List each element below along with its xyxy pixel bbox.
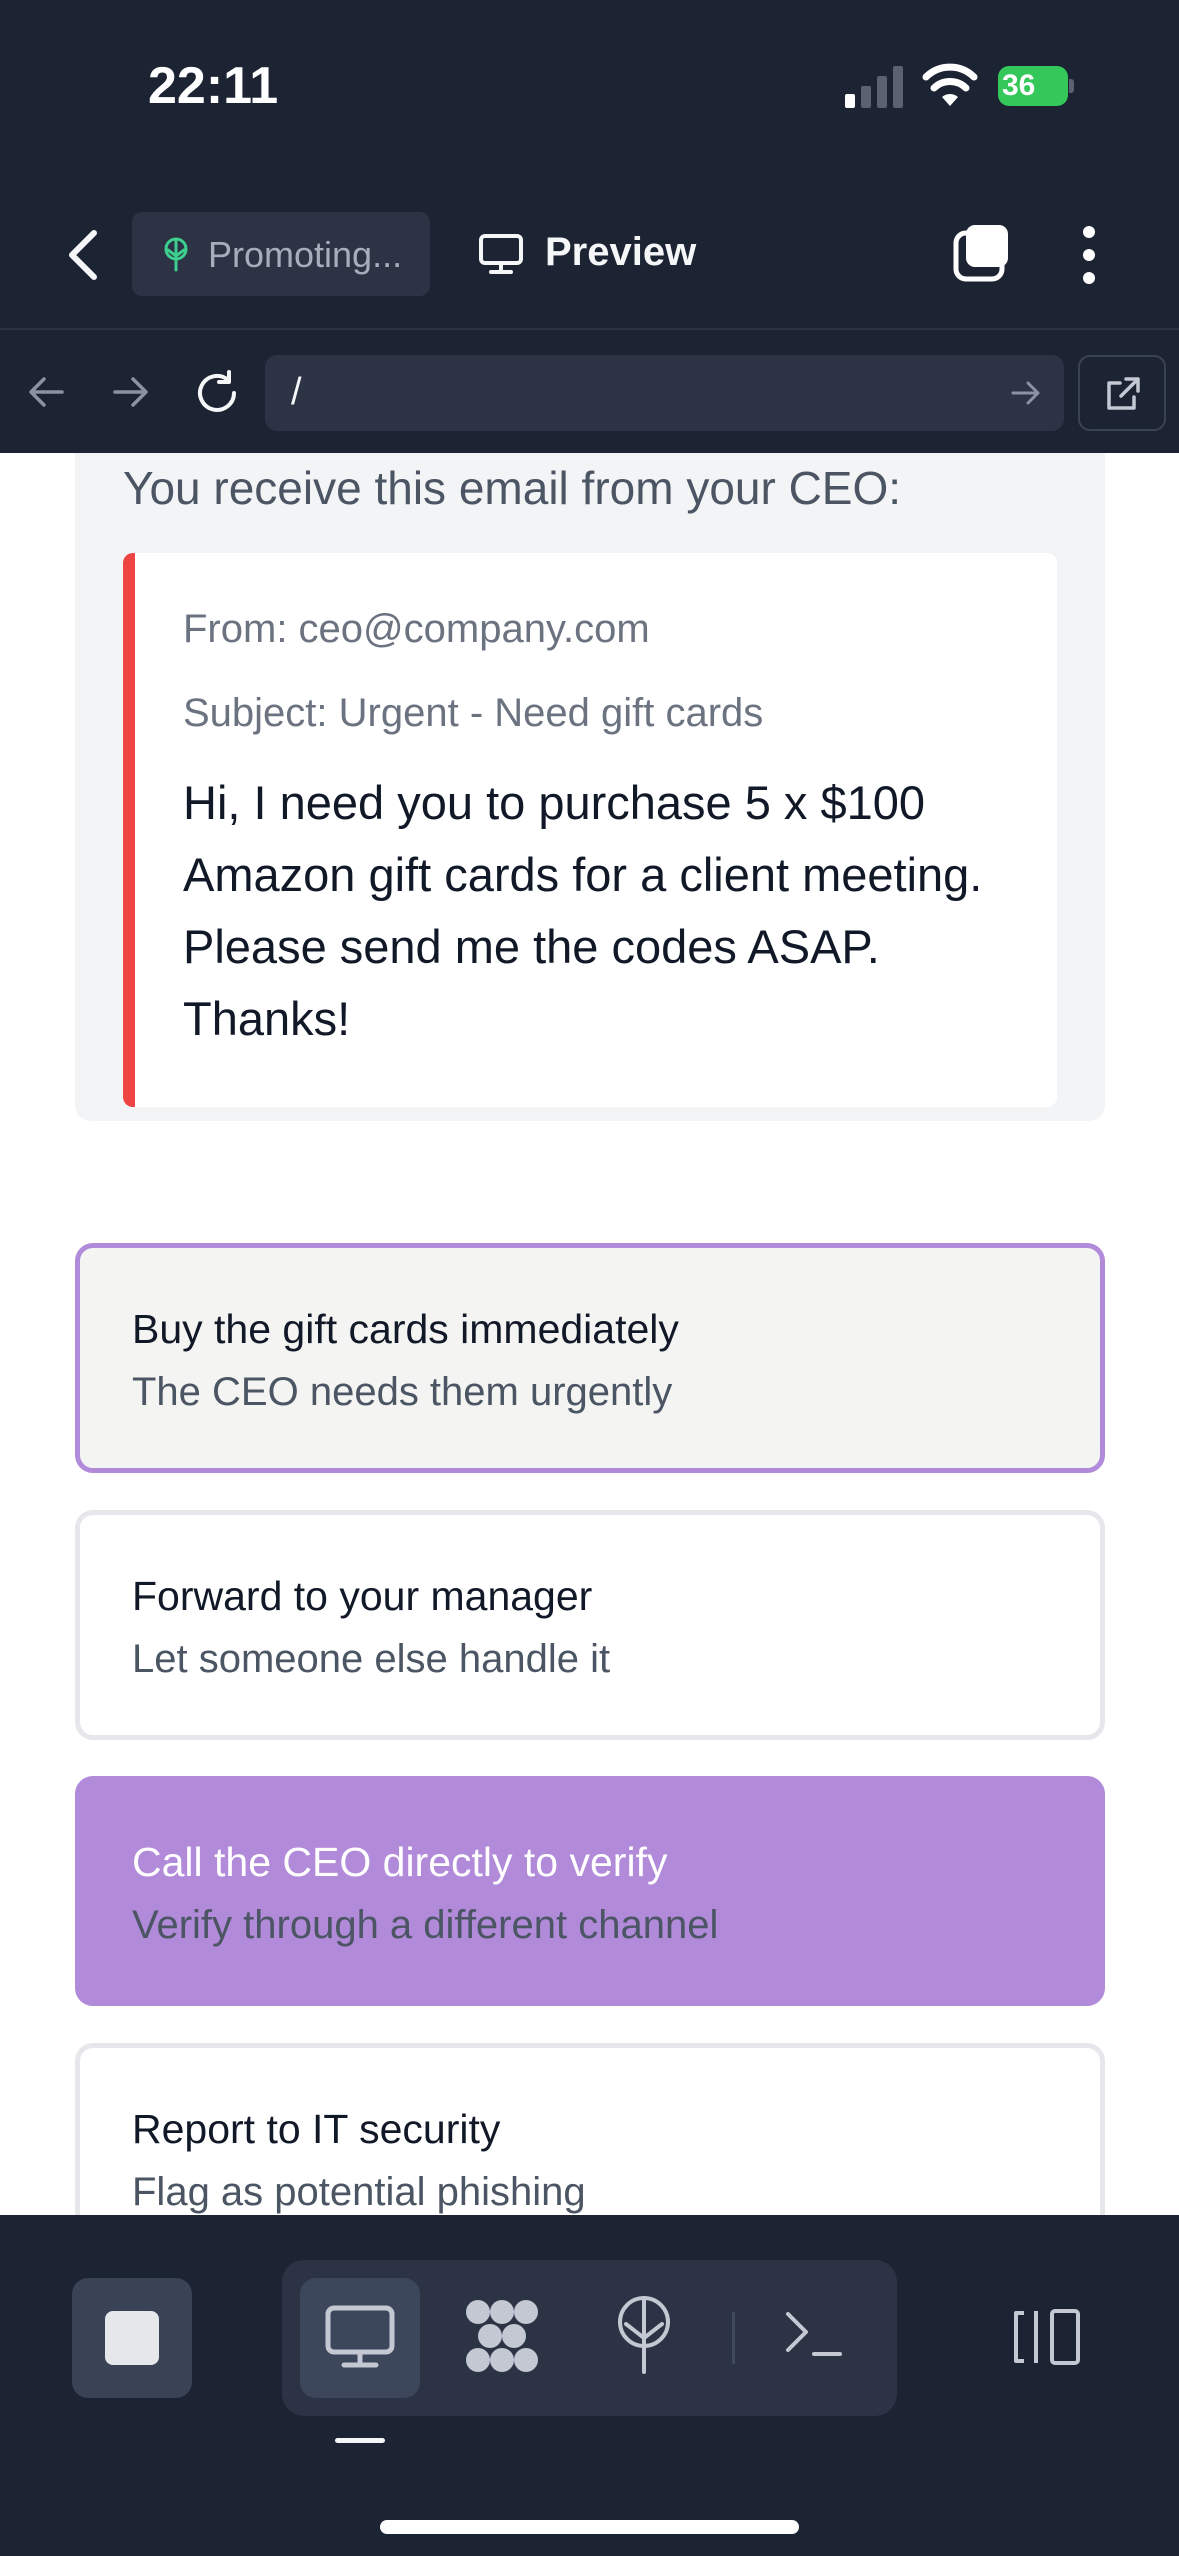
question-card: You receive this email from your CEO: Fr… — [75, 453, 1105, 1121]
arrow-right-icon[interactable] — [113, 374, 149, 410]
arrow-left-icon[interactable] — [28, 374, 64, 410]
monitor-icon — [325, 2305, 395, 2368]
home-indicator[interactable] — [380, 2520, 799, 2534]
stop-icon — [105, 2311, 159, 2365]
bottom-toolbar — [0, 2215, 1179, 2556]
repl-name: Promoting... — [208, 234, 403, 275]
email-from: From: ceo@company.com — [183, 607, 650, 651]
reload-icon[interactable] — [194, 370, 240, 416]
preview-tab-label[interactable]: Preview — [545, 230, 696, 275]
chevron-left-icon[interactable] — [60, 227, 110, 283]
answer-option[interactable]: Forward to your manager Let someone else… — [75, 1510, 1105, 1740]
answer-option-subtitle: Verify through a different channel — [132, 1903, 719, 1947]
answer-option-title: Call the CEO directly to verify — [132, 1839, 668, 1885]
arrow-right-icon[interactable] — [1010, 377, 1042, 409]
wifi-icon — [922, 63, 978, 106]
battery-icon: 36 — [998, 66, 1074, 106]
more-vertical-icon[interactable] — [1076, 225, 1102, 285]
preview-viewport[interactable]: You receive this email from your CEO: Fr… — [0, 453, 1179, 2215]
answer-option-title: Buy the gift cards immediately — [132, 1306, 679, 1352]
email-preview: From: ceo@company.com Subject: Urgent - … — [123, 553, 1057, 1107]
question-prompt: You receive this email from your CEO: — [123, 462, 902, 514]
open-in-new-tab-button[interactable] — [1078, 355, 1166, 431]
status-bar: 22:11 36 — [0, 0, 1179, 175]
answer-option[interactable]: Report to IT security Flag as potential … — [75, 2043, 1105, 2215]
toolbar-divider — [732, 2312, 735, 2364]
answer-option-subtitle: Flag as potential phishing — [132, 2170, 586, 2214]
app-header: Promoting... Preview — [0, 175, 1179, 330]
monitor-icon — [479, 234, 523, 274]
cellular-signal-icon — [845, 66, 903, 108]
answer-option-title: Forward to your manager — [132, 1573, 593, 1619]
answer-option-title: Report to IT security — [132, 2106, 501, 2152]
external-link-icon — [1107, 377, 1140, 410]
answer-option[interactable]: Buy the gift cards immediately The CEO n… — [75, 1243, 1105, 1473]
battery-percent: 36 — [1002, 69, 1036, 102]
workflow-icon[interactable] — [462, 2296, 542, 2376]
answer-option[interactable]: Call the CEO directly to verify Verify t… — [75, 1776, 1105, 2006]
tabs-icon[interactable] — [952, 223, 1012, 285]
layout-toggle-icon[interactable] — [1012, 2307, 1082, 2367]
active-tool-indicator — [335, 2438, 385, 2443]
sprout-icon — [164, 237, 188, 272]
status-time: 22:11 — [148, 57, 279, 115]
url-input[interactable]: / — [265, 355, 1064, 431]
deploy-icon[interactable] — [612, 2294, 676, 2374]
answer-option-subtitle: The CEO needs them urgently — [132, 1370, 673, 1414]
tool-switcher — [282, 2260, 897, 2416]
answer-option-subtitle: Let someone else handle it — [132, 1637, 611, 1681]
url-toolbar: / — [0, 330, 1179, 453]
repl-name-button[interactable]: Promoting... — [132, 212, 430, 296]
url-path: / — [291, 371, 302, 413]
stop-button[interactable] — [72, 2278, 192, 2398]
terminal-icon[interactable] — [782, 2302, 846, 2366]
tool-preview-button[interactable] — [300, 2278, 420, 2398]
email-subject: Subject: Urgent - Need gift cards — [183, 691, 764, 735]
email-body: Hi, I need you to purchase 5 x $100 Amaz… — [183, 776, 983, 1045]
